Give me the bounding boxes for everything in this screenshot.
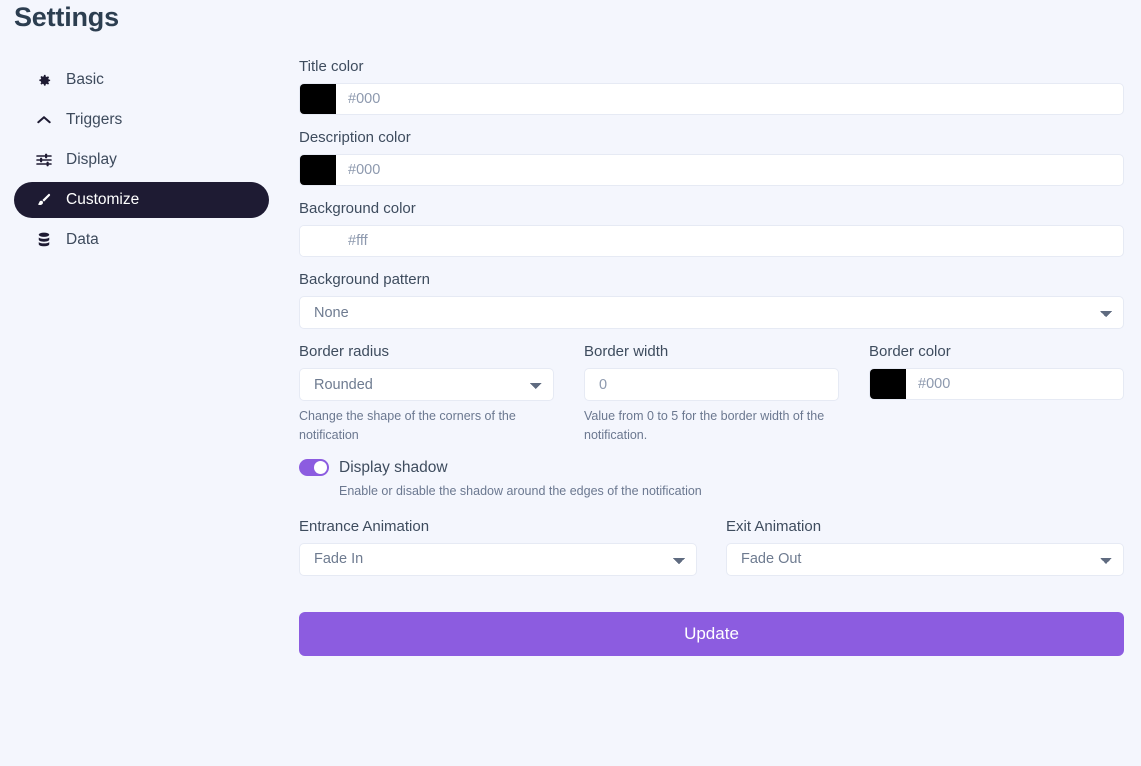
background-color-input[interactable] [336,226,1123,256]
border-settings-row: Border radius Rounded Change the shape o… [299,343,1124,445]
animation-row: Entrance Animation Fade In Exit Animatio… [299,518,1124,576]
gear-icon [34,71,54,89]
sidebar-item-data[interactable]: Data [14,222,269,258]
sidebar-item-label: Basic [66,71,104,88]
border-color-input[interactable] [906,369,1123,399]
background-pattern-select[interactable]: None [299,296,1124,329]
field-label: Border width [584,343,669,360]
settings-page: Settings Basic Triggers Display Customiz… [0,0,1141,766]
sidebar-item-label: Customize [66,191,140,208]
sliders-icon [34,151,54,169]
sidebar-item-basic[interactable]: Basic [14,62,269,98]
field-label: Exit Animation [726,517,822,535]
description-color-swatch[interactable] [300,155,336,185]
border-color-input-group[interactable] [869,368,1124,400]
sidebar-item-display[interactable]: Display [14,142,269,178]
display-shadow-help: Enable or disable the shadow around the … [339,483,702,498]
field-title-color: Title color [299,58,1124,115]
description-color-input-group[interactable] [299,154,1124,186]
exit-animation-select[interactable]: Fade Out [726,542,1124,576]
field-label: Background pattern [299,271,430,288]
display-shadow-toggle[interactable] [299,459,329,476]
title-color-input[interactable] [336,84,1123,114]
database-icon [34,231,54,249]
description-color-input[interactable] [336,155,1123,185]
display-shadow-toggle-row[interactable]: Display shadow [299,459,1124,477]
field-label: Entrance Animation [299,517,430,535]
border-radius-select[interactable]: Rounded [299,368,554,401]
field-entrance-animation: Entrance Animation Fade In [299,518,697,576]
border-width-help: Value from 0 to 5 for the border width o… [584,409,825,442]
sidebar-item-customize[interactable]: Customize [14,182,269,218]
sidebar-item-label: Data [66,231,99,248]
settings-sidebar: Basic Triggers Display Customize Data [14,62,269,262]
border-width-input[interactable] [584,368,839,401]
field-background-color: Background color [299,200,1124,257]
update-button[interactable]: Update [299,611,1124,656]
submit-row: Update [299,611,1124,656]
title-color-swatch[interactable] [300,84,336,114]
field-border-radius: Border radius Rounded Change the shape o… [299,343,554,445]
field-label: Border color [869,343,951,360]
title-color-input-group[interactable] [299,83,1124,115]
field-border-width: Border width Value from 0 to 5 for the b… [584,343,839,445]
paintbrush-icon [34,191,54,209]
border-color-swatch[interactable] [870,369,906,399]
field-exit-animation: Exit Animation Fade Out [726,518,1124,576]
page-title: Settings [14,2,119,32]
chevron-up-icon [34,111,54,129]
background-color-swatch[interactable] [300,226,336,256]
field-display-shadow: Display shadow Enable or disable the sha… [299,459,1124,498]
sidebar-item-label: Triggers [66,111,123,128]
border-radius-help: Change the shape of the corners of the n… [299,409,516,442]
customize-form: Title color Description color Background… [299,58,1124,656]
field-background-pattern: Background pattern None [299,271,1124,329]
entrance-animation-select[interactable]: Fade In [299,542,697,576]
field-label: Description color [299,129,411,146]
sidebar-item-triggers[interactable]: Triggers [14,102,269,138]
field-label: Background color [299,200,416,217]
toggle-knob [314,461,327,474]
display-shadow-label: Display shadow [339,458,448,476]
field-description-color: Description color [299,129,1124,186]
sidebar-item-label: Display [66,151,117,168]
background-color-input-group[interactable] [299,225,1124,257]
field-label: Title color [299,58,364,75]
field-label: Border radius [299,343,390,360]
field-border-color: Border color [869,343,1124,445]
